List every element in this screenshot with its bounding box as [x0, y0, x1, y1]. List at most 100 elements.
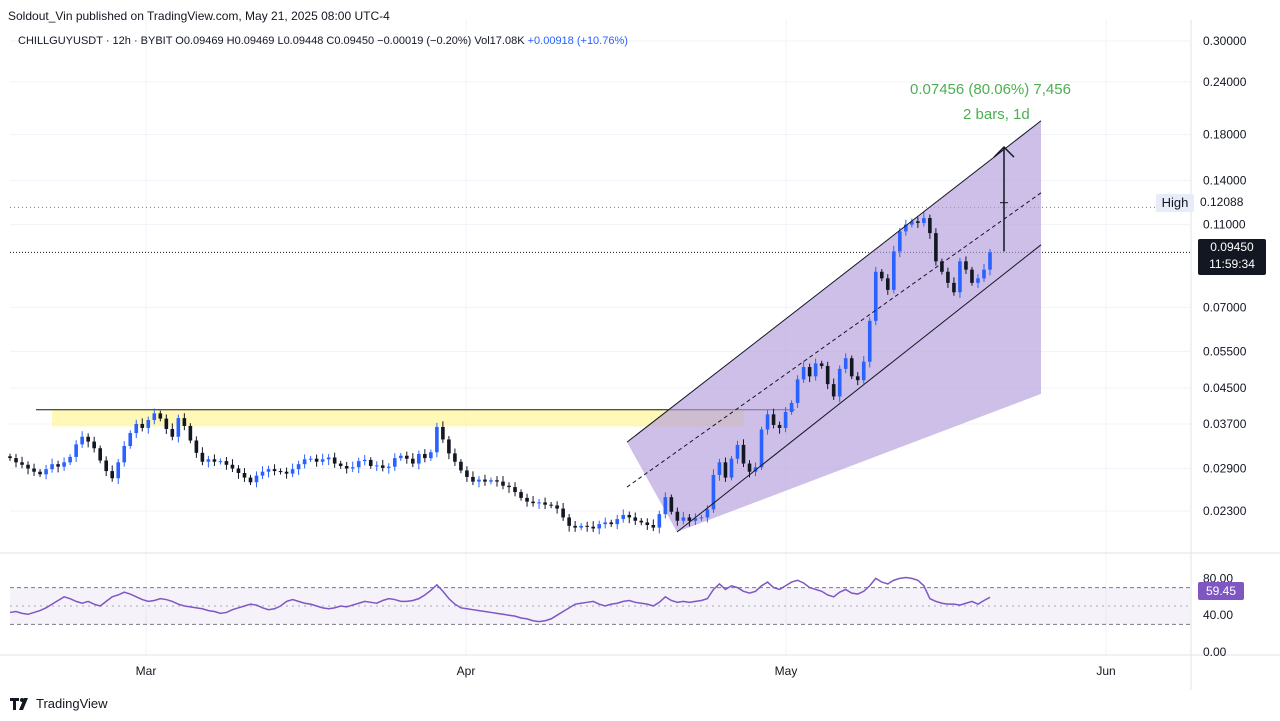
candle-body — [615, 519, 620, 525]
candle-body — [831, 384, 836, 397]
candle-body — [873, 271, 878, 321]
candle-body — [62, 462, 66, 467]
price-tick-label: 0.30000 — [1203, 34, 1247, 48]
candle-body — [392, 458, 397, 467]
candle-body — [771, 414, 776, 425]
candle-body — [934, 233, 938, 262]
price-chart[interactable]: 80.0040.000.00 0.300000.240000.180000.14… — [0, 0, 1280, 721]
candle-body — [777, 424, 782, 428]
candle-body — [519, 492, 523, 498]
candle-body — [621, 514, 626, 520]
candle-body — [789, 402, 794, 412]
candle-body — [356, 461, 361, 468]
candle-body — [26, 464, 30, 469]
candle-body — [405, 455, 409, 459]
time-axis[interactable]: Mar Apr May Jun — [136, 664, 1116, 678]
time-tick-label: May — [775, 664, 798, 678]
price-tick-label: 0.07000 — [1203, 300, 1247, 314]
candle-body — [964, 261, 968, 270]
candle-body — [465, 470, 469, 477]
candle-body — [80, 436, 84, 445]
candle-body — [447, 439, 451, 454]
candle-body — [194, 440, 199, 453]
candle-body — [116, 462, 121, 479]
candle-body — [735, 444, 740, 459]
candle-body — [134, 423, 139, 434]
candle-body — [988, 252, 992, 270]
candle-body — [513, 487, 517, 493]
candle-body — [855, 376, 860, 381]
candle-body — [867, 320, 872, 362]
legend-ohlc: CHILLGUYUSDT · 12h · BYBIT O0.09469 H0.0… — [18, 35, 525, 47]
rsi-value-badge: 59.45 — [1198, 582, 1244, 600]
candle-body — [507, 485, 511, 488]
candle-body — [471, 476, 475, 482]
candle-body — [212, 459, 217, 462]
candle-body — [435, 426, 439, 453]
candle-body — [825, 365, 830, 385]
footer-brand-text: TradingView — [36, 696, 108, 711]
candle-body — [32, 468, 36, 472]
measure-label-change: 0.07456 (80.06%) 7,456 — [910, 81, 1071, 98]
candle-body — [8, 456, 12, 459]
candle-body — [326, 457, 331, 460]
candle-body — [417, 453, 421, 464]
candle-body — [663, 497, 668, 515]
candle-body — [38, 471, 42, 475]
candle-body — [453, 453, 457, 462]
publisher-line: Soldout_Vin published on TradingView.com… — [8, 9, 390, 23]
candle-body — [669, 497, 674, 512]
current-price: 0.09450 — [1210, 240, 1254, 254]
candle-body — [699, 517, 704, 519]
candle-body — [807, 367, 812, 377]
candle-body — [495, 480, 499, 482]
candle-body — [549, 504, 553, 506]
candle-body — [284, 471, 289, 474]
candle-body — [122, 446, 127, 463]
candle-body — [501, 481, 505, 486]
price-axis[interactable]: 0.30000 0.24000 0.18000 0.14000 0.11000 0.070… — [1203, 34, 1247, 518]
candle-body — [531, 501, 535, 504]
candle-body — [374, 465, 379, 467]
candle-body — [579, 525, 583, 528]
candle-body — [200, 452, 205, 462]
candle-body — [651, 524, 656, 528]
price-tick-label: 0.02900 — [1203, 462, 1247, 476]
candle-body — [254, 475, 259, 483]
candle-body — [86, 436, 90, 442]
candle-body — [609, 522, 614, 525]
price-tick-label: 0.04500 — [1203, 381, 1247, 395]
candle-body — [861, 361, 866, 381]
candle-body — [819, 363, 824, 366]
footer-brand[interactable]: TradingView — [10, 696, 108, 711]
candle-body — [350, 467, 355, 469]
candle-body — [597, 524, 602, 529]
candle-body — [561, 508, 565, 518]
candle-body — [928, 218, 932, 234]
candle-body — [266, 469, 271, 472]
tradingview-logo-icon — [10, 697, 28, 710]
candle-body — [242, 473, 247, 478]
price-tick-label: 0.03700 — [1203, 417, 1247, 431]
time-tick-label: Jun — [1096, 664, 1115, 678]
measure-label-duration: 2 bars, 1d — [963, 106, 1030, 123]
candle-body — [74, 444, 78, 457]
candle-body — [296, 464, 301, 470]
candle-body — [56, 464, 60, 467]
candle-body — [687, 517, 692, 521]
time-tick-label: Apr — [457, 664, 476, 678]
candle-body — [765, 414, 770, 430]
candle-body — [477, 479, 481, 482]
candle-body — [849, 358, 854, 377]
candle-body — [423, 453, 427, 459]
candle-body — [489, 480, 493, 482]
rsi-pane: 80.0040.000.00 — [9, 571, 1233, 659]
candle-body — [386, 466, 391, 468]
price-tick-label: 0.11000 — [1203, 218, 1246, 232]
price-tick-label: 0.24000 — [1203, 75, 1247, 89]
candle-body — [837, 368, 842, 397]
candle-body — [970, 269, 974, 283]
candle-body — [278, 471, 283, 473]
candle-body — [380, 465, 385, 468]
candle-body — [922, 218, 926, 223]
